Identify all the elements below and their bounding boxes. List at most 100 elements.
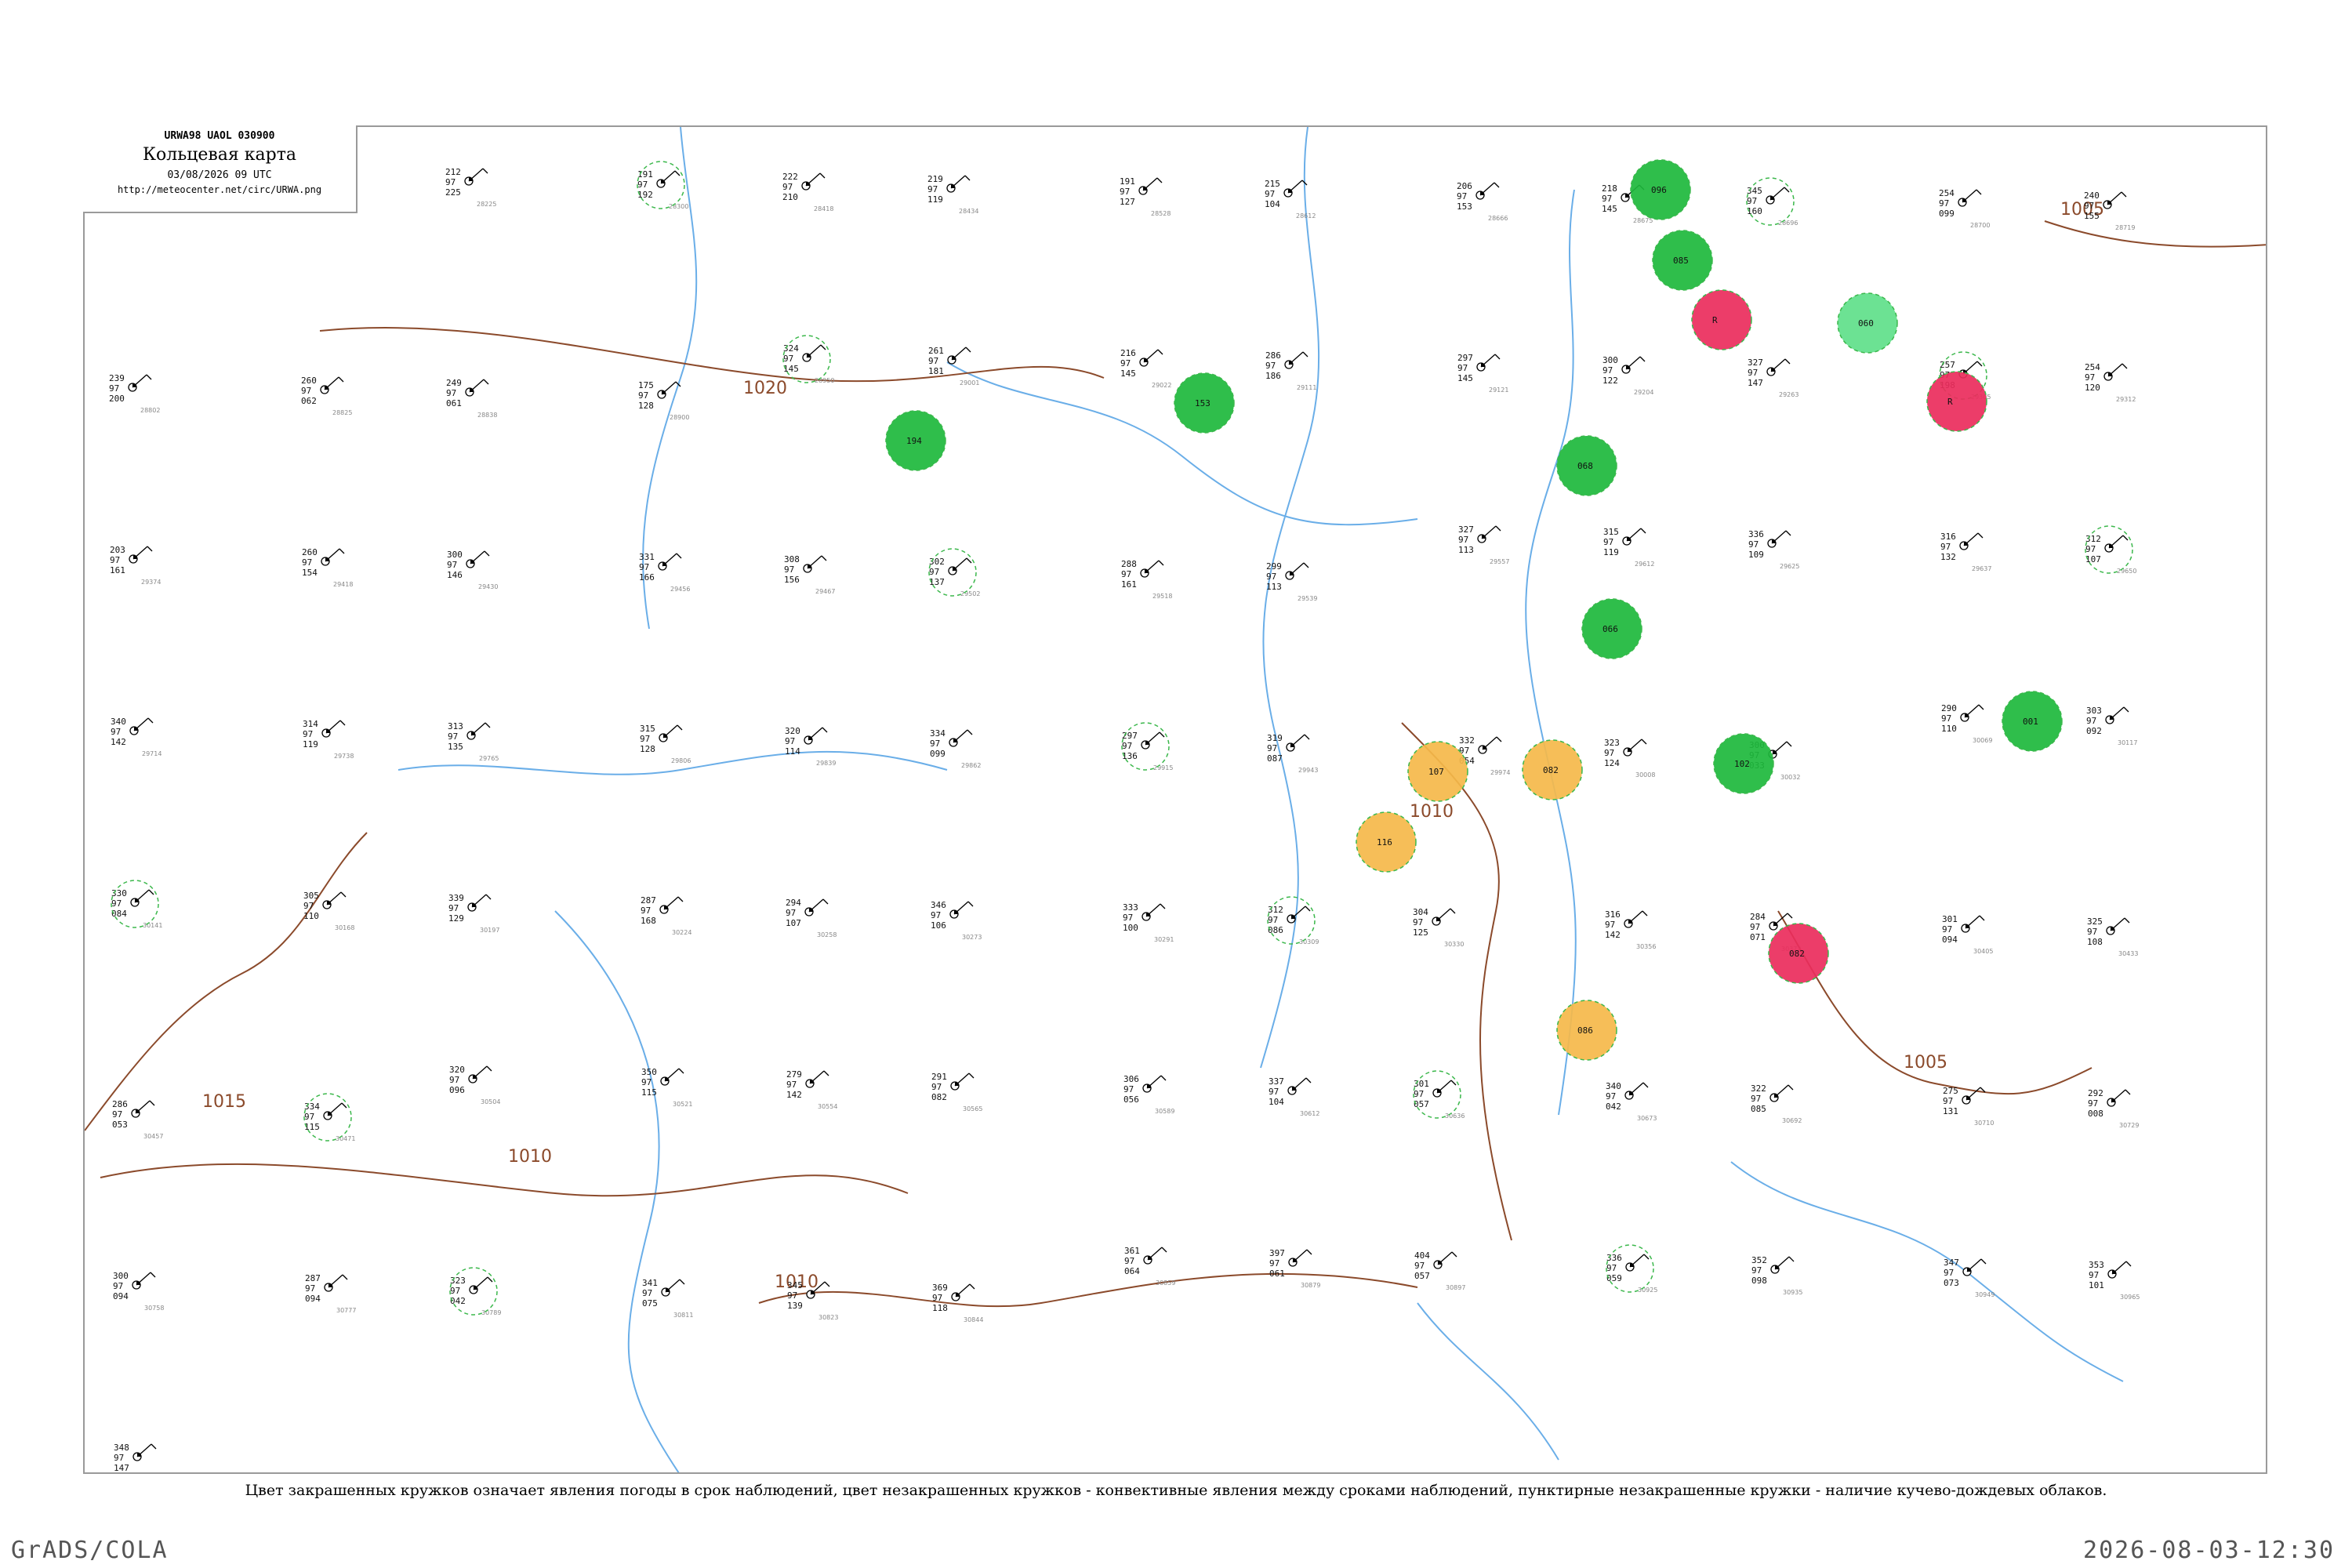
station-plot[interactable]: 30497125 30330 — [1413, 907, 1464, 948]
station-plot[interactable]: 29097110 30069 — [1941, 703, 1992, 744]
weather-phenomenon-circle[interactable]: 085 — [1652, 230, 1713, 291]
station-plot[interactable]: 21997119 28434 — [927, 174, 978, 215]
station-plot[interactable]: 31397135 29765 — [448, 721, 499, 762]
station-plot[interactable]: 34097142 29714 — [111, 717, 162, 757]
station-plot[interactable]: 32797113 29557 — [1458, 524, 1509, 565]
station-plot[interactable]: 24997061 28838 — [446, 378, 497, 419]
station-plot[interactable]: 25497099 28700 — [1939, 188, 1990, 229]
weather-phenomenon-circle[interactable]: 060 — [1837, 292, 1898, 354]
station-plot[interactable]: 36997118 30844 — [932, 1283, 983, 1323]
station-plot[interactable]: 32397124 30008 — [1604, 738, 1655, 779]
weather-phenomenon-circle[interactable]: 153 — [1174, 372, 1235, 434]
station-plot[interactable]: 3369705930925 — [1606, 1244, 1657, 1294]
station-plot[interactable]: 25497120 29312 — [2085, 362, 2136, 403]
station-plot[interactable]: 29297008 30729 — [2088, 1088, 2139, 1129]
station-plot[interactable]: 35097115 30521 — [641, 1067, 692, 1108]
station-plot[interactable]: 30697056 30589 — [1123, 1074, 1174, 1115]
station-plot[interactable]: 34197075 30811 — [642, 1278, 693, 1319]
station-plot[interactable]: 28797168 30224 — [641, 895, 691, 936]
station-plot[interactable]: 34097042 30673 — [1606, 1081, 1657, 1122]
weather-phenomenon-circle[interactable]: 001 — [2002, 691, 2063, 752]
weather-phenomenon-circle[interactable]: 082 — [1522, 739, 1583, 800]
station-plot[interactable]: 35297098 30935 — [1751, 1255, 1802, 1296]
station-plot[interactable]: 30097094 30758 — [113, 1271, 164, 1312]
station-plot[interactable]: 3309708430141 — [111, 880, 162, 929]
station-plot[interactable]: 32097096 30504 — [449, 1065, 500, 1105]
station-plot[interactable]: 2979713629915 — [1121, 722, 1173, 771]
station-plot[interactable]: 32097114 29839 — [785, 726, 836, 767]
station-plot[interactable]: 26097062 28825 — [301, 376, 352, 416]
station-plot[interactable]: 3489714730971 — [114, 1443, 165, 1474]
station-plot[interactable]: 3029713729502 — [928, 548, 980, 597]
station-plot[interactable]: 30197094 30405 — [1942, 914, 1993, 955]
station-plot[interactable]: 34797073 30949 — [1944, 1258, 1994, 1298]
station-plot[interactable]: 3349711530471 — [303, 1093, 355, 1142]
station-plot[interactable]: 30897156 29467 — [784, 554, 835, 595]
weather-phenomenon-circle[interactable]: 066 — [1581, 598, 1642, 659]
station-plot[interactable]: 19197127 28528 — [1120, 176, 1171, 217]
station-plot[interactable]: 35397101 30965 — [2089, 1260, 2140, 1301]
weather-phenomenon-circle[interactable]: 102 — [1713, 733, 1774, 794]
station-plot[interactable]: 3019705730636 — [1413, 1070, 1465, 1120]
station-plot[interactable]: 30397092 30117 — [2086, 706, 2137, 746]
station-plot[interactable]: 28697053 30457 — [112, 1099, 163, 1140]
station-plot[interactable]: 33397100 30291 — [1123, 902, 1174, 943]
station-plot[interactable]: 30097146 29430 — [447, 550, 498, 590]
station-plot[interactable]: 20697153 28666 — [1457, 181, 1508, 222]
station-id: 30258 — [817, 931, 837, 938]
station-plot[interactable]: 33697109 29625 — [1748, 529, 1799, 570]
station-plot[interactable]: 21597104 28612 — [1265, 179, 1316, 220]
weather-phenomenon-circle[interactable]: 096 — [1630, 159, 1691, 220]
weather-phenomenon-circle[interactable]: 194 — [885, 410, 946, 471]
station-plot[interactable]: 31597128 29806 — [640, 724, 691, 764]
station-plot[interactable]: 40497057 30897 — [1414, 1250, 1465, 1291]
station-plot[interactable]: 31997087 29943 — [1267, 733, 1318, 774]
station-plot[interactable]: 31697132 29637 — [1940, 532, 1991, 572]
station-plot[interactable]: 31597119 29612 — [1603, 527, 1654, 568]
weather-phenomenon-circle[interactable]: 086 — [1556, 1000, 1617, 1061]
station-plot[interactable]: 29797145 29121 — [1457, 353, 1508, 394]
station-plot[interactable]: 28697186 29111 — [1265, 350, 1316, 391]
station-plot[interactable]: 3249714528950 — [782, 335, 834, 384]
station-plot[interactable]: 3129710729650 — [2085, 525, 2136, 575]
station-plot[interactable]: 31497119 29738 — [303, 719, 354, 760]
station-plot[interactable]: 29997113 29539 — [1266, 561, 1317, 602]
station-plot[interactable]: 26097154 29418 — [302, 547, 353, 588]
weather-phenomenon-circle[interactable]: 107 — [1407, 741, 1468, 802]
station-plot[interactable]: 3239704230789 — [449, 1267, 501, 1316]
station-plot[interactable]: 20397161 29374 — [110, 545, 161, 586]
station-plot[interactable]: 33997129 30197 — [448, 893, 499, 934]
station-plot[interactable]: 31697142 30356 — [1605, 909, 1656, 950]
station-plot[interactable]: 39797061 30879 — [1269, 1248, 1320, 1289]
weather-phenomenon-circle[interactable]: 068 — [1556, 435, 1617, 496]
station-plot[interactable]: 21297225 28225 — [445, 167, 496, 208]
station-plot[interactable]: 33197166 29456 — [639, 552, 690, 593]
source-url[interactable]: http://meteocenter.net/circ/URWA.png — [83, 184, 356, 195]
station-plot[interactable]: 23997200 28802 — [109, 373, 160, 414]
station-plot[interactable]: 17597128 28900 — [638, 380, 689, 421]
weather-phenomenon-circle[interactable]: R — [1926, 371, 1987, 432]
weather-phenomenon-circle[interactable]: 116 — [1356, 811, 1417, 873]
weather-phenomenon-circle[interactable]: 082 — [1768, 923, 1829, 984]
station-plot[interactable]: 33797104 30612 — [1269, 1076, 1319, 1117]
station-plot[interactable]: 27997142 30554 — [786, 1069, 837, 1110]
station-plot[interactable]: 32297085 30692 — [1751, 1083, 1802, 1124]
station-plot[interactable]: 34697106 30273 — [931, 900, 982, 941]
station-plot[interactable]: 3459716028696 — [1746, 177, 1798, 227]
wind-barb-icon — [1142, 177, 1158, 191]
station-plot[interactable]: 22297210 28418 — [782, 172, 833, 212]
weather-phenomenon-circle[interactable]: R — [1691, 289, 1752, 350]
station-plot[interactable]: 28797094 30777 — [305, 1273, 356, 1314]
station-plot[interactable]: 33497099 29862 — [930, 728, 981, 769]
station-plot[interactable]: 28897161 29518 — [1121, 559, 1172, 600]
station-plot[interactable]: 32597108 30433 — [2087, 916, 2138, 957]
station-plot[interactable]: 30597110 30168 — [303, 891, 354, 931]
station-plot[interactable]: 1919719228300 — [637, 161, 688, 210]
station-plot[interactable]: 36197064 30859 — [1124, 1246, 1175, 1287]
station-plot[interactable]: 29197082 30565 — [931, 1072, 982, 1112]
station-plot[interactable]: 29497107 30258 — [786, 898, 837, 938]
station-plot[interactable]: 21697145 29022 — [1120, 348, 1171, 389]
station-plot[interactable]: 24097155 28719 — [2084, 191, 2135, 231]
station-plot[interactable]: 32797147 29263 — [1748, 358, 1798, 398]
station-plot[interactable]: 30097122 29204 — [1602, 355, 1653, 396]
